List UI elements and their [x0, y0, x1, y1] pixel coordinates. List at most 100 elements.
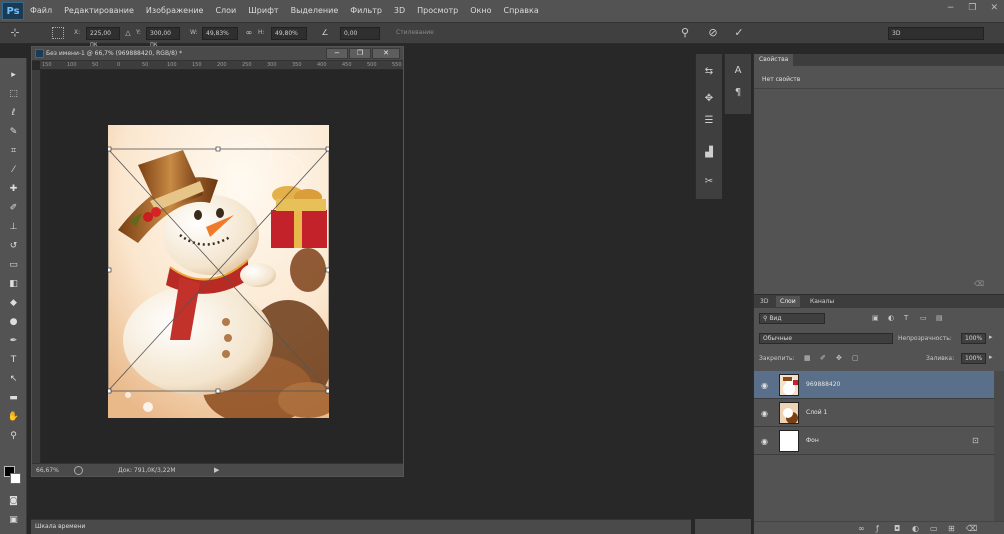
- filter-pixel-icon[interactable]: ▣: [872, 314, 879, 322]
- delete-layer-icon[interactable]: ⌫: [966, 524, 977, 533]
- new-layer-icon[interactable]: ⊞: [948, 524, 955, 533]
- zoom-level[interactable]: 66,67%: [36, 467, 59, 474]
- shape-tool-icon[interactable]: ▬: [6, 392, 21, 405]
- menu-help[interactable]: Справка: [497, 0, 544, 22]
- hand-tool-icon[interactable]: ✋: [6, 411, 21, 424]
- eraser-tool-icon[interactable]: ▭: [6, 259, 21, 272]
- menu-window[interactable]: Окно: [464, 0, 497, 22]
- status-options-icon[interactable]: [74, 466, 83, 475]
- lock-all-icon[interactable]: ▢: [852, 354, 859, 362]
- type-tool-icon[interactable]: T: [6, 354, 21, 367]
- relative-position-icon[interactable]: △: [121, 26, 135, 40]
- doc-info[interactable]: Док: 791,0K/3,22M: [118, 467, 176, 474]
- marquee-tool-icon[interactable]: ⬚: [6, 88, 21, 101]
- move-tool-icon[interactable]: ▸: [6, 69, 21, 82]
- layer-name[interactable]: Слой 1: [806, 409, 827, 416]
- quick-mask-icon[interactable]: ◙: [6, 495, 21, 508]
- warp-mode-icon[interactable]: ⚲: [678, 26, 692, 40]
- stamp-tool-icon[interactable]: ⊥: [6, 221, 21, 234]
- filter-type-icon[interactable]: T: [904, 314, 908, 322]
- actions-icon[interactable]: ✥: [702, 92, 716, 106]
- cancel-icon[interactable]: ⊘: [706, 26, 720, 40]
- gradient-tool-icon[interactable]: ◧: [6, 278, 21, 291]
- layers-scrollbar[interactable]: [994, 371, 1004, 521]
- tab-3d[interactable]: 3D: [756, 296, 772, 307]
- menu-view[interactable]: Просмотр: [411, 0, 464, 22]
- menu-image[interactable]: Изображение: [140, 0, 210, 22]
- move-tool-preset-icon[interactable]: ⊹: [8, 26, 22, 40]
- character-icon[interactable]: A: [731, 64, 745, 78]
- tab-properties[interactable]: Свойства: [754, 54, 794, 66]
- filter-shape-icon[interactable]: ▭: [920, 314, 927, 322]
- checkmark-icon[interactable]: ✓: [732, 26, 746, 40]
- horizontal-ruler[interactable]: 150 100 50 0 50 100 150 200 250 300 350 400 450 500 55…: [40, 61, 403, 70]
- healing-tool-icon[interactable]: ✚: [6, 183, 21, 196]
- crop-tool-icon[interactable]: ⌗: [6, 145, 21, 158]
- group-folder-icon[interactable]: ▭: [930, 524, 938, 533]
- tab-layers[interactable]: Слои: [776, 296, 800, 307]
- lock-transparent-icon[interactable]: ▦: [804, 354, 811, 362]
- path-select-icon[interactable]: ↖: [6, 373, 21, 386]
- fill-field[interactable]: 100%: [961, 353, 986, 364]
- lock-pixels-icon[interactable]: ✐: [820, 354, 826, 362]
- screen-mode-icon[interactable]: ▣: [6, 514, 21, 527]
- opacity-field[interactable]: 100%: [961, 333, 986, 344]
- fx-icon[interactable]: ƒ: [876, 524, 879, 533]
- y-field[interactable]: 300,00 пк: [146, 27, 180, 48]
- layer-filter-select[interactable]: ⚲ Вид: [759, 313, 825, 324]
- reference-point-icon[interactable]: [52, 27, 64, 39]
- x-field[interactable]: 225,00 пк: [86, 27, 120, 48]
- menu-layers[interactable]: Слои: [209, 0, 242, 22]
- lock-position-icon[interactable]: ✥: [836, 354, 842, 362]
- tab-channels[interactable]: Каналы: [806, 296, 838, 307]
- brush-tool-icon[interactable]: ✐: [6, 202, 21, 215]
- menu-select[interactable]: Выделение: [285, 0, 345, 22]
- restore-icon[interactable]: ❐: [968, 3, 976, 13]
- doc-close-icon[interactable]: ✕: [372, 48, 400, 59]
- eye-icon[interactable]: ◉: [761, 381, 768, 390]
- eyedropper-tool-icon[interactable]: ⁄: [6, 164, 21, 177]
- angle-field[interactable]: 0,00: [340, 27, 380, 40]
- menu-3d[interactable]: 3D: [388, 0, 411, 22]
- menu-type[interactable]: Шрифт: [242, 0, 284, 22]
- close-icon[interactable]: ✕: [990, 3, 998, 13]
- document-title-bar[interactable]: Без имени-1 @ 66,7% (969888420, RGB/8) *…: [32, 47, 403, 61]
- layer-row[interactable]: ◉ Слой 1: [754, 399, 994, 427]
- timeline-label[interactable]: Шкала времени: [35, 523, 85, 530]
- pen-tool-icon[interactable]: ✒: [6, 335, 21, 348]
- menu-file[interactable]: Файл: [24, 0, 58, 22]
- histogram-icon[interactable]: ▟: [702, 146, 716, 160]
- height-field[interactable]: 49,80%: [271, 27, 307, 40]
- layer-row[interactable]: ◉ Фон ⊡: [754, 427, 994, 455]
- paragraph-icon[interactable]: ¶: [731, 86, 745, 100]
- blend-mode-select[interactable]: Обычные: [759, 333, 893, 344]
- interpolation-label[interactable]: Стилевание: [396, 29, 434, 36]
- tools-icon[interactable]: ✂: [702, 175, 716, 189]
- zoom-tool-icon[interactable]: ⚲: [6, 430, 21, 443]
- eye-icon[interactable]: ◉: [761, 409, 768, 418]
- lasso-tool-icon[interactable]: ℓ: [6, 107, 21, 120]
- fill-dropdown-icon[interactable]: ▸: [989, 353, 993, 361]
- history-brush-icon[interactable]: ↺: [6, 240, 21, 253]
- opacity-dropdown-icon[interactable]: ▸: [989, 333, 993, 341]
- link-icon[interactable]: ∞: [242, 26, 256, 40]
- doc-restore-icon[interactable]: ❐: [349, 48, 371, 59]
- vertical-ruler[interactable]: [32, 70, 41, 463]
- add-mask-icon[interactable]: ◘: [894, 524, 900, 533]
- snowman-image[interactable]: [108, 125, 329, 418]
- menu-filter[interactable]: Фильтр: [344, 0, 388, 22]
- width-field[interactable]: 49,83%: [202, 27, 238, 40]
- blur-tool-icon[interactable]: ◆: [6, 297, 21, 310]
- adjustments-icon[interactable]: ☰: [702, 114, 716, 128]
- eye-icon[interactable]: ◉: [761, 437, 768, 446]
- layer-name[interactable]: 969888420: [806, 381, 840, 388]
- minimize-icon[interactable]: −: [947, 3, 955, 13]
- filter-adjust-icon[interactable]: ◐: [888, 314, 894, 322]
- workspace-select[interactable]: 3D: [888, 27, 984, 40]
- dodge-tool-icon[interactable]: ●: [6, 316, 21, 329]
- layer-row[interactable]: ◉ 969888420: [754, 371, 994, 399]
- quick-select-tool-icon[interactable]: ✎: [6, 126, 21, 139]
- menu-edit[interactable]: Редактирование: [58, 0, 140, 22]
- history-icon[interactable]: ⇆: [702, 65, 716, 79]
- layer-name[interactable]: Фон: [806, 437, 819, 444]
